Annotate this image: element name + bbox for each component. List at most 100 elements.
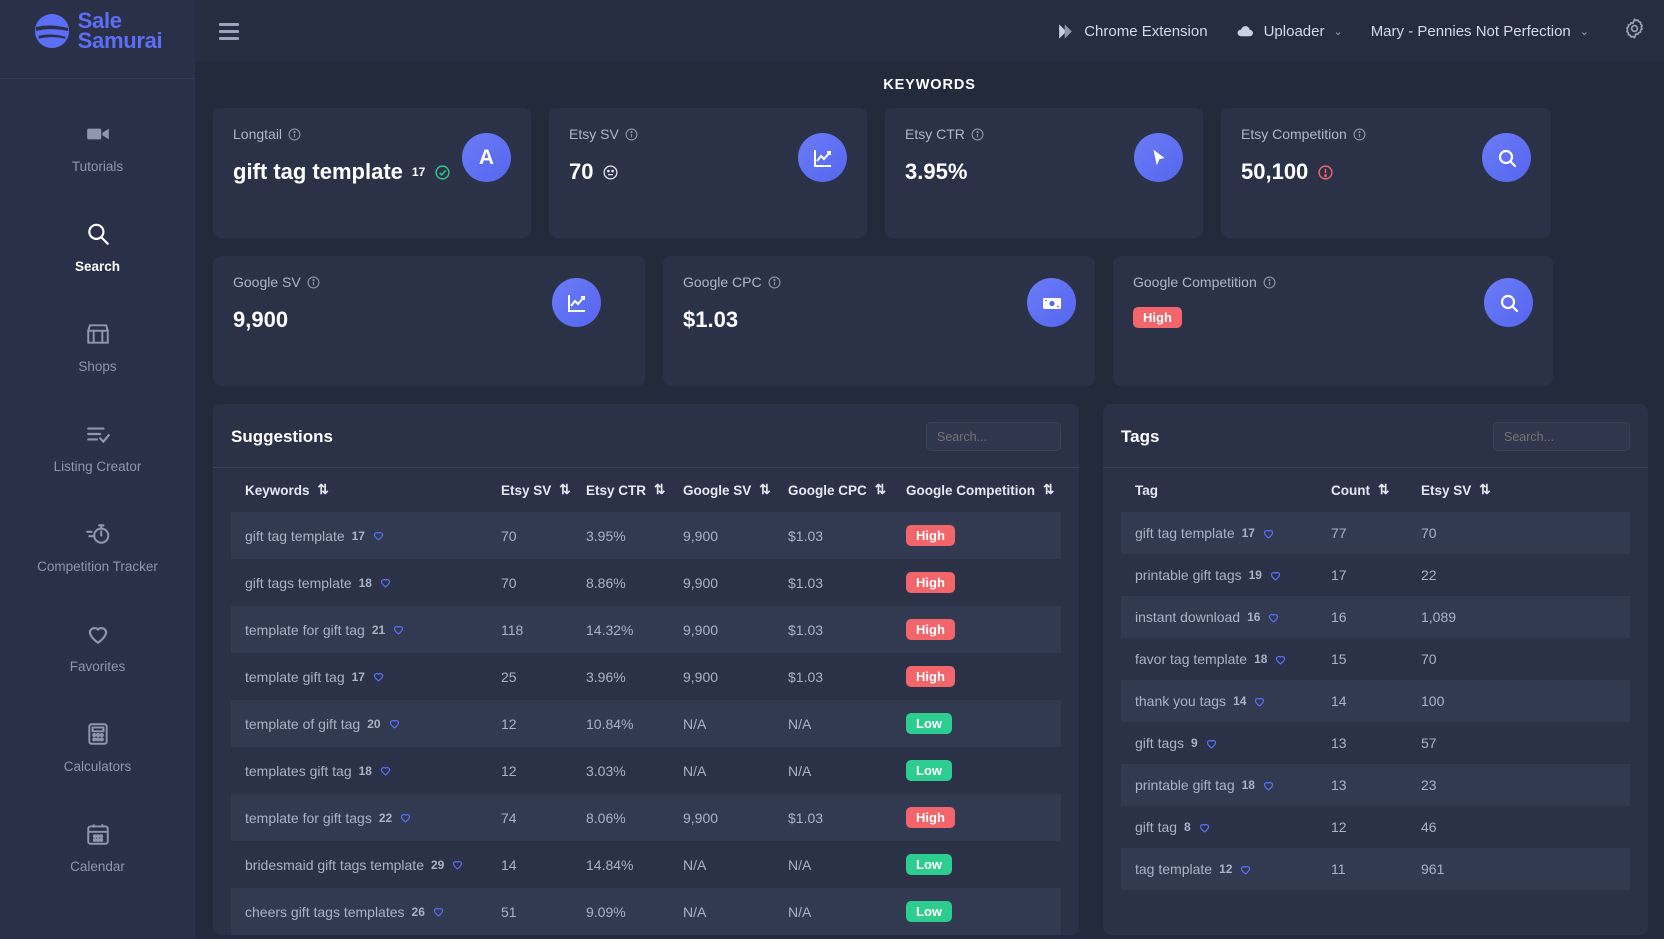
tags-search-input[interactable] (1493, 422, 1630, 451)
cell-keyword[interactable]: templates gift tag 18 (231, 747, 501, 794)
cell-keyword[interactable]: template of gift tag 20 (231, 700, 501, 747)
cell-tag[interactable]: favor tag template 18 (1121, 638, 1331, 680)
info-icon[interactable] (768, 276, 781, 289)
sort-icon[interactable]: ⇅ (1043, 482, 1054, 498)
table-row[interactable]: gift tag template 17 77 70 (1121, 512, 1630, 554)
favorite-heart-icon[interactable] (399, 811, 412, 824)
cell-keyword[interactable]: gift tags template 18 (231, 559, 501, 606)
sidebar-item-calculators[interactable]: Calculators (0, 697, 195, 797)
col-google-sv[interactable]: Google SV ⇅ (683, 468, 788, 512)
hamburger-icon[interactable] (219, 22, 239, 40)
col-google-competition[interactable]: Google Competition ⇅ (906, 468, 1061, 512)
table-row[interactable]: instant download 16 16 1,089 (1121, 596, 1630, 638)
table-row[interactable]: gift tags 9 13 57 (1121, 722, 1630, 764)
cell-tag[interactable]: instant download 16 (1121, 596, 1331, 638)
cell-keyword[interactable]: bridesmaid gift tags template 29 (231, 841, 501, 888)
suggestions-search-input[interactable] (926, 422, 1061, 451)
table-row[interactable]: printable gift tag 18 13 23 (1121, 764, 1630, 806)
table-row[interactable]: bridesmaid gift tags template 29 14 14.84% N… (231, 841, 1061, 888)
sort-icon[interactable]: ⇅ (559, 482, 570, 498)
uploader-menu[interactable]: Uploader ⌄ (1236, 22, 1343, 41)
cell-keyword[interactable]: template for gift tags 22 (231, 794, 501, 841)
sidebar-item-calendar[interactable]: Calendar (0, 797, 195, 897)
sidebar-item-competition-tracker[interactable]: Competition Tracker (0, 497, 195, 597)
cell-tag[interactable]: printable gift tag 18 (1121, 764, 1331, 806)
account-menu[interactable]: Mary - Pennies Not Perfection ⌄ (1371, 23, 1589, 40)
table-row[interactable]: gift tag template 17 70 3.95% 9,900 $1.03 High (231, 512, 1061, 559)
card-longtail: Longtail gift tag template 17 A (213, 108, 531, 238)
favorite-heart-icon[interactable] (1205, 737, 1218, 750)
table-row[interactable]: thank you tags 14 14 100 (1121, 680, 1630, 722)
favorite-heart-icon[interactable] (1262, 527, 1275, 540)
tag-text: gift tag template (1135, 525, 1235, 541)
col-count[interactable]: Count ⇅ (1331, 468, 1421, 512)
cell-tag[interactable]: tag template 12 (1121, 848, 1331, 890)
cell-etsy-sv: 70 (501, 574, 517, 591)
info-icon[interactable] (1263, 276, 1276, 289)
table-row[interactable]: template for gift tags 22 74 8.06% 9,900 $1.0… (231, 794, 1061, 841)
favorite-heart-icon[interactable] (372, 529, 385, 542)
cell-keyword[interactable]: template gift tag 17 (231, 653, 501, 700)
info-icon[interactable] (971, 128, 984, 141)
favorite-heart-icon[interactable] (1269, 569, 1282, 582)
sidebar-item-listing-creator[interactable]: Listing Creator (0, 397, 195, 497)
col-etsy-ctr[interactable]: Etsy CTR ⇅ (586, 468, 683, 512)
cell-keyword[interactable]: gift tag template 17 (231, 512, 501, 559)
favorite-heart-icon[interactable] (1253, 695, 1266, 708)
table-row[interactable]: template gift tag 17 25 3.96% 9,900 $1.03 High (231, 653, 1061, 700)
sidebar-item-favorites[interactable]: Favorites (0, 597, 195, 697)
col-tag[interactable]: Tag (1121, 468, 1331, 512)
tag-text: gift tag (1135, 819, 1178, 835)
table-row[interactable]: templates gift tag 18 12 3.03% N/A N/A Low (231, 747, 1061, 794)
brand-logo[interactable]: Sale Samurai (0, 0, 195, 62)
col-keywords[interactable]: Keywords ⇅ (231, 468, 501, 512)
play-double-icon (1059, 23, 1073, 39)
col-etsy-sv[interactable]: Etsy SV ⇅ (1421, 468, 1630, 512)
sort-icon[interactable]: ⇅ (318, 482, 329, 498)
sort-icon[interactable]: ⇅ (654, 482, 665, 498)
favorite-heart-icon[interactable] (1262, 779, 1275, 792)
sidebar-item-tutorials[interactable]: Tutorials (0, 97, 195, 197)
favorite-heart-icon[interactable] (379, 764, 392, 777)
cell-tag[interactable]: thank you tags 14 (1121, 680, 1331, 722)
info-icon[interactable] (307, 276, 320, 289)
favorite-heart-icon[interactable] (1267, 611, 1280, 624)
sort-icon[interactable]: ⇅ (875, 482, 886, 498)
chrome-extension-button[interactable]: Chrome Extension (1056, 22, 1208, 41)
sidebar-item-search[interactable]: Search (0, 197, 195, 297)
table-row[interactable]: cheers gift tags templates 26 51 9.09% N/A N/… (231, 888, 1061, 935)
settings-button[interactable] (1623, 17, 1646, 45)
favorite-heart-icon[interactable] (1239, 863, 1252, 876)
favorite-heart-icon[interactable] (451, 858, 464, 871)
sort-icon[interactable]: ⇅ (759, 482, 770, 498)
table-row[interactable]: printable gift tags 19 17 22 (1121, 554, 1630, 596)
col-etsy-sv[interactable]: Etsy SV ⇅ (501, 468, 586, 512)
suggestions-title: Suggestions (231, 426, 334, 446)
table-row[interactable]: template of gift tag 20 12 10.84% N/A N/A Low (231, 700, 1061, 747)
favorite-heart-icon[interactable] (1198, 821, 1211, 834)
table-row[interactable]: tag template 12 11 961 (1121, 848, 1630, 890)
cell-tag[interactable]: printable gift tags 19 (1121, 554, 1331, 596)
cell-tag[interactable]: gift tags 9 (1121, 722, 1331, 764)
table-row[interactable]: gift tag 8 12 46 (1121, 806, 1630, 848)
cell-tag[interactable]: gift tag template 17 (1121, 512, 1331, 554)
sort-icon[interactable]: ⇅ (1479, 482, 1490, 498)
sort-icon[interactable]: ⇅ (1378, 482, 1389, 498)
favorite-heart-icon[interactable] (388, 717, 401, 730)
sidebar-item-shops[interactable]: Shops (0, 297, 195, 397)
info-icon[interactable] (1353, 128, 1366, 141)
cell-keyword[interactable]: template for gift tag 21 (231, 606, 501, 653)
table-row[interactable]: gift tags template 18 70 8.86% 9,900 $1.03 Hig… (231, 559, 1061, 606)
info-icon[interactable] (625, 128, 638, 141)
favorite-heart-icon[interactable] (372, 670, 385, 683)
favorite-heart-icon[interactable] (392, 623, 405, 636)
table-row[interactable]: favor tag template 18 15 70 (1121, 638, 1630, 680)
cell-tag[interactable]: gift tag 8 (1121, 806, 1331, 848)
favorite-heart-icon[interactable] (379, 576, 392, 589)
favorite-heart-icon[interactable] (432, 905, 445, 918)
favorite-heart-icon[interactable] (1274, 653, 1287, 666)
col-google-cpc[interactable]: Google CPC ⇅ (788, 468, 906, 512)
cell-keyword[interactable]: cheers gift tags templates 26 (231, 888, 501, 935)
info-icon[interactable] (288, 128, 301, 141)
table-row[interactable]: template for gift tag 21 118 14.32% 9,900 $1.… (231, 606, 1061, 653)
